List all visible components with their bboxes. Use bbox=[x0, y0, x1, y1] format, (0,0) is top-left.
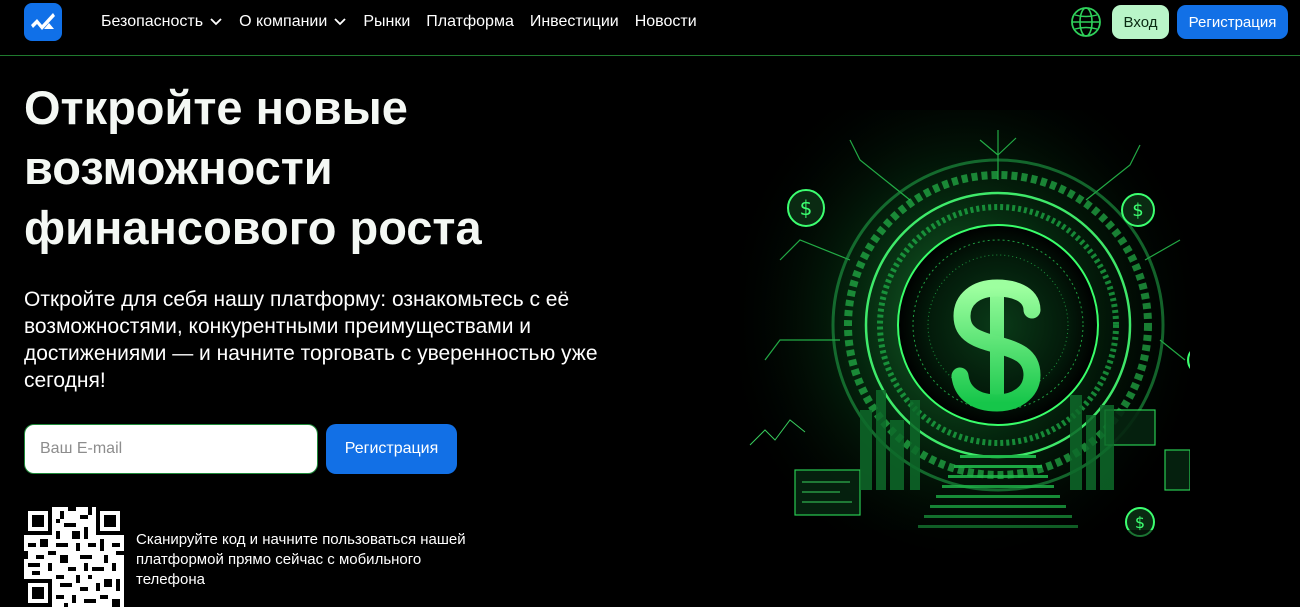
nav-item-markets[interactable]: Рынки bbox=[363, 13, 410, 31]
nav-item-label: Платформа bbox=[426, 13, 514, 30]
hero-subtitle: Откройте для себя нашу платформу: ознако… bbox=[24, 288, 598, 392]
nav-item-label: Безопасность bbox=[101, 13, 204, 30]
nav-item-investments[interactable]: Инвестиции bbox=[530, 13, 619, 31]
nav-item-label: О компании bbox=[239, 13, 328, 30]
chevron-down-icon bbox=[333, 17, 347, 27]
register-button[interactable]: Регистрация bbox=[1177, 5, 1288, 39]
nav-item-label: Новости bbox=[634, 13, 697, 30]
nav-item-security[interactable]: Безопасность bbox=[101, 13, 223, 31]
globe-icon[interactable] bbox=[1070, 6, 1102, 38]
brand-logo-icon[interactable] bbox=[24, 3, 62, 41]
nav-item-label: Рынки bbox=[363, 13, 411, 30]
nav-item-news[interactable]: Новости bbox=[635, 13, 697, 31]
qr-code bbox=[24, 507, 124, 607]
email-field[interactable] bbox=[24, 424, 318, 474]
qr-caption: Сканируйте код и начните пользоваться на… bbox=[136, 531, 466, 588]
login-button[interactable]: Вход bbox=[1112, 5, 1169, 39]
top-navbar: Безопасность О компании Рынки Платформа … bbox=[0, 0, 1300, 56]
dollar-portal-illustration: $ $ $ bbox=[740, 110, 1217, 607]
nav-item-platform[interactable]: Платформа bbox=[426, 13, 514, 31]
svg-text:$: $ bbox=[1132, 200, 1143, 221]
svg-text:$: $ bbox=[800, 196, 813, 220]
page: Безопасность О компании Рынки Платформа … bbox=[0, 0, 1300, 607]
main-nav: Безопасность О компании Рынки Платформа … bbox=[101, 0, 713, 44]
nav-item-label: Инвестиции bbox=[529, 13, 619, 30]
nav-item-about[interactable]: О компании bbox=[239, 13, 347, 31]
chevron-down-icon bbox=[209, 17, 223, 27]
svg-text:$: $ bbox=[1135, 513, 1145, 532]
hero-register-button[interactable]: Регистрация bbox=[326, 424, 457, 474]
hero-title: Откройте новые возможности финансового р… bbox=[24, 81, 482, 254]
